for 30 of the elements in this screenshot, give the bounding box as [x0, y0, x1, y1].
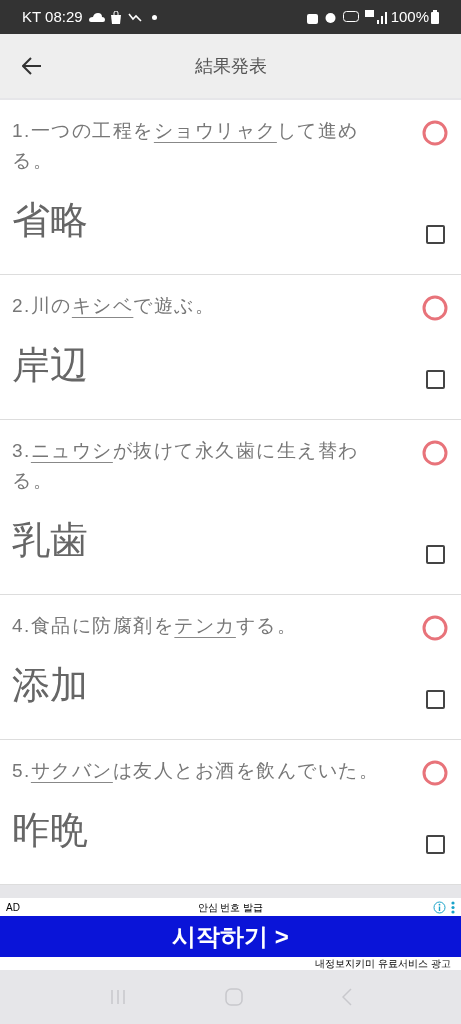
info-icon[interactable]	[433, 900, 446, 914]
checkbox[interactable]	[425, 545, 445, 564]
checkbox[interactable]	[425, 370, 445, 389]
status-time: KT 08:29	[22, 6, 83, 27]
answer-text: 昨晩	[12, 808, 88, 853]
screen-title: 結果発表	[194, 54, 267, 78]
battery-percent: 100%	[390, 6, 429, 27]
trend-icon	[127, 12, 142, 22]
more-icon[interactable]	[451, 900, 455, 914]
ad-disclaimer: 내정보지키미 유료서비스 광고	[315, 958, 451, 969]
signal-icon	[364, 10, 387, 24]
question-text: 3.ニュウシ が抜けて永久歯に生え替わる。	[12, 439, 360, 493]
checkbox[interactable]	[425, 835, 445, 854]
ad-banner[interactable]: AD 안심 번호 발급 시작하기 > 내정보지키미 유료서비스 광고	[0, 898, 461, 970]
question-text: 1.一つの工程を ショウリャク して進める。	[12, 119, 360, 173]
question-text: 5.サクバン は友人とお酒を飲んでいた。	[12, 759, 381, 783]
checkbox[interactable]	[425, 690, 445, 709]
answer-text: 省略	[12, 198, 88, 243]
ad-label: AD	[6, 900, 20, 915]
battery-icon	[431, 10, 439, 24]
checkbox[interactable]	[425, 225, 445, 244]
answer-text: 添加	[12, 663, 88, 708]
question-text: 2.川の キシベで遊ぶ。	[12, 294, 217, 318]
question-text: 4.食品に防腐剤を テンカ する。	[12, 614, 299, 638]
start-button[interactable]: 시작하기 >	[0, 916, 461, 957]
answer-text: 乳歯	[12, 518, 88, 563]
ad-headline: 안심 번호 발급	[197, 900, 264, 915]
bag-icon	[109, 10, 122, 24]
cloud-icon	[88, 12, 105, 22]
answer-text: 岸辺	[12, 343, 88, 388]
